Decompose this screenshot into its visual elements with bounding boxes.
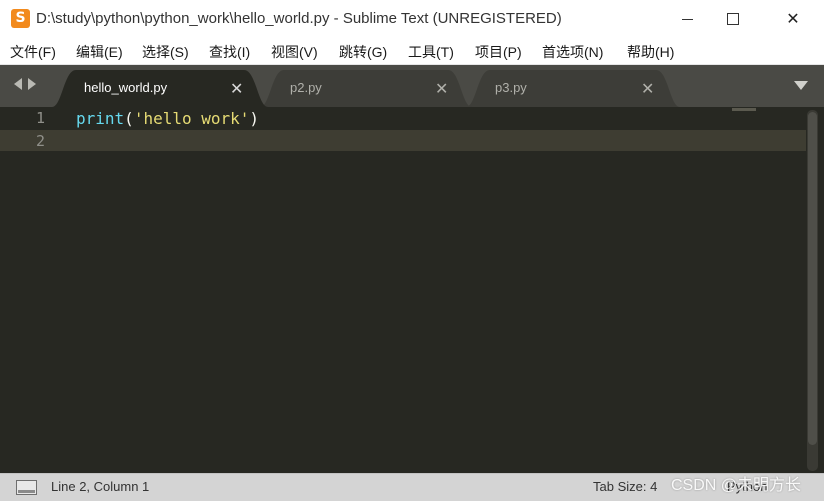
tab-back-icon[interactable] [14, 78, 22, 90]
maximize-button[interactable] [710, 0, 756, 38]
menu-project[interactable]: 项目(P) [475, 42, 522, 62]
tab-forward-icon[interactable] [28, 78, 36, 90]
menu-tools[interactable]: 工具(T) [408, 42, 454, 62]
editor-area[interactable]: 1 2 print('hello work') [0, 107, 824, 473]
menu-edit[interactable]: 编辑(E) [76, 42, 123, 62]
panel-toggle-icon[interactable] [16, 480, 37, 495]
current-line-highlight [0, 130, 806, 151]
tab-bar: hello_world.py ✕ p2.py ✕ p3.py ✕ [0, 65, 824, 107]
scrollbar-thumb[interactable] [808, 112, 817, 445]
tab-close-icon[interactable]: ✕ [641, 79, 654, 99]
tab-label: p3.py [495, 80, 527, 95]
menu-view[interactable]: 视图(V) [271, 42, 318, 62]
sublime-logo-icon: S [11, 9, 30, 28]
code-function-token: print [76, 109, 125, 128]
menu-find[interactable]: 查找(I) [209, 42, 250, 62]
sublime-window: S D:\study\python\python_work\hello_worl… [0, 0, 824, 501]
tab-label: p2.py [290, 80, 322, 95]
tab-dropdown-icon[interactable] [794, 81, 808, 90]
tab-p3[interactable]: p3.py ✕ [466, 70, 680, 107]
minimize-icon [681, 18, 693, 20]
cursor-position: Line 2, Column 1 [51, 479, 150, 494]
code-paren-open: ( [124, 109, 134, 128]
tab-close-icon[interactable]: ✕ [435, 79, 448, 99]
watermark: CSDN @未明方长 [671, 477, 802, 494]
tab-close-icon[interactable]: ✕ [230, 79, 243, 99]
code-line[interactable]: print('hello work') [76, 108, 259, 129]
minimize-button[interactable] [664, 0, 710, 38]
tab-label: hello_world.py [84, 80, 168, 95]
minimap[interactable] [732, 108, 756, 111]
code-string-token: 'hello work' [133, 109, 250, 128]
line-number: 1 [35, 109, 45, 127]
code-paren-close: ) [249, 109, 260, 128]
menu-selection[interactable]: 选择(S) [142, 42, 189, 62]
menu-help[interactable]: 帮助(H) [627, 42, 674, 62]
window-title: D:\study\python\python_work\hello_world.… [36, 10, 562, 27]
panel-toggle-bar [18, 490, 35, 493]
line-number: 2 [35, 132, 45, 150]
close-button[interactable]: ✕ [770, 0, 816, 38]
tab-hello-world[interactable]: hello_world.py ✕ [52, 70, 268, 107]
menu-preferences[interactable]: 首选项(N) [542, 42, 603, 62]
menu-file[interactable]: 文件(F) [10, 42, 56, 62]
title-bar: S D:\study\python\python_work\hello_worl… [0, 0, 824, 38]
tab-p2[interactable]: p2.py ✕ [260, 70, 472, 107]
menu-goto[interactable]: 跳转(G) [339, 42, 387, 62]
maximize-icon [727, 13, 739, 25]
tab-size-selector[interactable]: Tab Size: 4 [593, 479, 657, 494]
menu-bar: 文件(F) 编辑(E) 选择(S) 查找(I) 视图(V) 跳转(G) 工具(T… [0, 38, 824, 65]
tab-navigation [14, 78, 36, 90]
close-icon: ✕ [786, 11, 800, 28]
